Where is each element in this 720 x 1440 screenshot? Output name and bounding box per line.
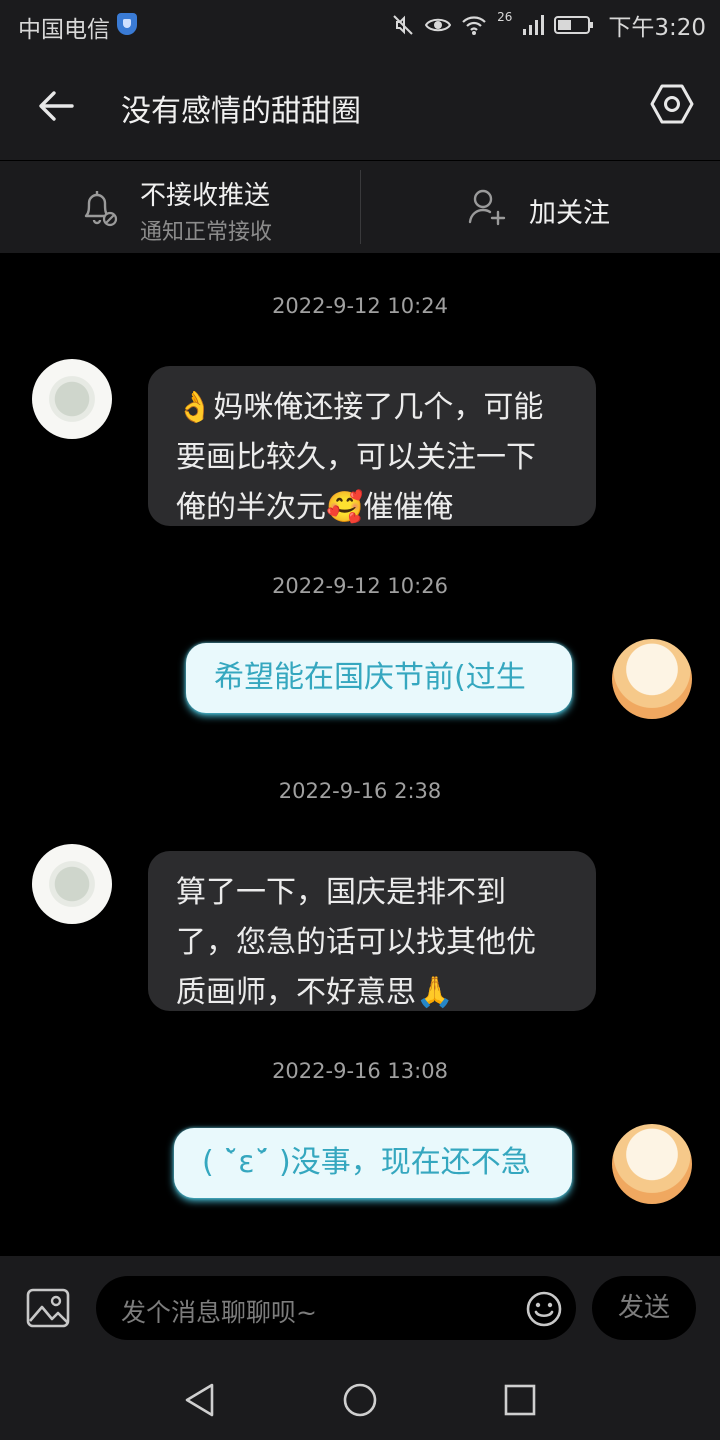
chat-header: 没有感情的甜甜圈 xyxy=(0,50,720,160)
message-input-placeholder: 发个消息聊聊呗~ xyxy=(121,1298,317,1327)
outgoing-message-bubble[interactable]: ( ˘̀ε˘́ )没事，现在还不急 xyxy=(174,1128,572,1198)
eye-icon xyxy=(425,18,452,32)
chat-title: 没有感情的甜甜圈 xyxy=(121,94,361,129)
nav-home-icon[interactable] xyxy=(342,1382,378,1418)
message-timestamp: 2022-9-12 10:24 xyxy=(272,294,448,318)
nav-recents-icon[interactable] xyxy=(502,1382,538,1418)
incoming-message-bubble[interactable]: 👌妈咪俺还接了几个，可能 要画比较久，可以关注一下 俺的半次元🥰催催俺 xyxy=(148,366,596,526)
avatar[interactable] xyxy=(32,359,112,439)
message-line: ( ˘̀ε˘́ )没事，现在还不急 xyxy=(202,1145,531,1180)
wifi-icon xyxy=(462,16,486,35)
network-label: 26 xyxy=(497,10,513,24)
image-icon[interactable] xyxy=(26,1287,70,1329)
message-timestamp: 2022-9-16 13:08 xyxy=(272,1059,448,1083)
message-list[interactable]: 2022-9-12 10:24 👌妈咪俺还接了几个，可能 要画比较久，可以关注一… xyxy=(0,253,720,1256)
push-title: 不接收推送 xyxy=(140,181,271,211)
signal-icon xyxy=(523,15,545,35)
send-button[interactable]: 发送 xyxy=(592,1276,696,1340)
outgoing-message-bubble[interactable]: 希望能在国庆节前(过生 xyxy=(186,643,572,713)
push-subtitle: 通知正常接收 xyxy=(140,220,273,245)
message-input[interactable]: 发个消息聊聊呗~ xyxy=(96,1276,576,1340)
bell-off-icon xyxy=(84,191,118,227)
battery-icon xyxy=(554,16,594,34)
message-line: 质画师，不好意思🙏 xyxy=(176,975,454,1010)
avatar[interactable] xyxy=(32,844,112,924)
avatar[interactable] xyxy=(612,639,692,719)
status-icons: 26 下午3:20 xyxy=(391,8,706,42)
message-timestamp: 2022-9-16 2:38 xyxy=(278,779,442,803)
message-composer: 发个消息聊聊呗~ 发送 xyxy=(0,1256,720,1360)
chat-options-bar: 不接收推送 通知正常接收 加关注 xyxy=(0,161,720,253)
nav-back-icon[interactable] xyxy=(182,1382,218,1418)
message-line: 俺的半次元🥰催催俺 xyxy=(176,490,454,525)
carrier-label: 中国电信 xyxy=(18,17,110,43)
status-bar: 中国电信 26 下午3:20 xyxy=(0,0,720,50)
clock: 下午3:20 xyxy=(608,15,706,41)
emoji-icon[interactable] xyxy=(525,1290,563,1328)
message-line: 要画比较久，可以关注一下 xyxy=(176,440,536,475)
system-nav-bar xyxy=(0,1360,720,1440)
message-line: 👌妈咪俺还接了几个，可能 xyxy=(176,390,544,425)
incoming-message-bubble[interactable]: 算了一下，国庆是排不到 了，您急的话可以找其他优 质画师，不好意思🙏 xyxy=(148,851,596,1011)
message-timestamp: 2022-9-12 10:26 xyxy=(272,574,448,598)
avatar[interactable] xyxy=(612,1124,692,1204)
message-line: 希望能在国庆节前(过生 xyxy=(214,660,526,695)
message-line: 了，您急的话可以找其他优 xyxy=(176,925,536,960)
user-plus-icon xyxy=(468,189,506,226)
shield-icon xyxy=(117,13,137,35)
back-arrow-icon[interactable] xyxy=(34,84,78,128)
mute-icon xyxy=(393,15,413,35)
divider xyxy=(360,170,361,244)
message-line: 算了一下，国庆是排不到 xyxy=(176,875,506,910)
follow-label: 加关注 xyxy=(529,198,610,229)
settings-icon[interactable] xyxy=(648,80,696,128)
